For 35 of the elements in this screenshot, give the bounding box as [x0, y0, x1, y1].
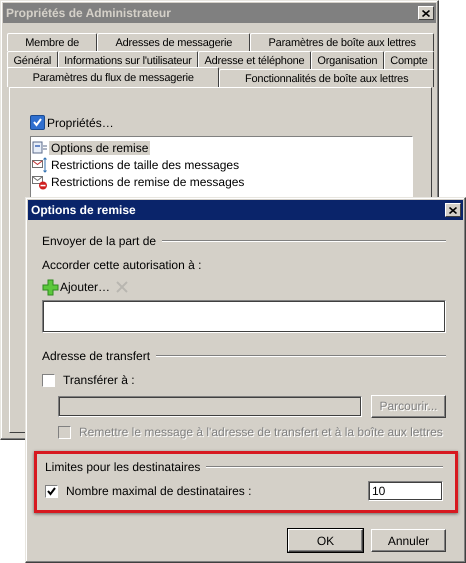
checkbox-label: Transférer à : [63, 373, 135, 387]
tab[interactable]: Membre de [7, 33, 98, 51]
checkbox[interactable] [42, 374, 55, 386]
section-heading: Envoyer de la part de [42, 234, 156, 248]
list-item[interactable]: Options de remise [49, 140, 150, 154]
close-button[interactable] [445, 203, 461, 217]
close-button[interactable] [418, 6, 434, 20]
tab[interactable]: Paramètres du flux de messagerie [7, 67, 220, 87]
checkbox-label: Propriétés… [47, 116, 114, 130]
checkbox[interactable] [45, 484, 58, 498]
tab[interactable]: Fonctionnalités de boîte aux lettres [219, 69, 434, 87]
tab[interactable]: Paramètres de boîte aux lettres [250, 33, 434, 51]
members-list[interactable] [42, 300, 446, 333]
section-heading: Adresse de transfert [42, 349, 150, 363]
section-heading: Limites pour les destinataires [45, 460, 200, 474]
tab[interactable]: Compte [384, 51, 434, 69]
checkbox-label: Nombre maximal de destinataires : [66, 484, 252, 498]
tab[interactable]: Organisation [310, 51, 384, 69]
plus-icon [42, 278, 59, 296]
add-button[interactable]: Ajouter… [42, 278, 110, 296]
dialog-button[interactable]: OK [288, 529, 363, 552]
tab[interactable]: Adresses de messagerie [97, 33, 250, 51]
close-icon [449, 206, 457, 214]
window-title: Propriétés de Administrateur [6, 6, 171, 20]
checkbox-label: Remettre le message à l'adresse de transfert et à la boîte aux lettres [79, 425, 443, 439]
window-title: Options de remise [31, 203, 136, 217]
number-field[interactable]: 10 [368, 481, 443, 501]
field-label: Accorder cette autorisation à : [42, 258, 202, 272]
checkbox[interactable] [30, 115, 45, 130]
list-item[interactable]: Restrictions de taille des messages [49, 158, 242, 172]
document-icon [32, 140, 48, 154]
list-item[interactable]: Restrictions de remise de messages [49, 174, 246, 188]
dialog-button[interactable]: Annuler [371, 529, 446, 552]
tab[interactable]: Adresse et téléphone [198, 51, 311, 69]
close-icon [422, 10, 430, 16]
